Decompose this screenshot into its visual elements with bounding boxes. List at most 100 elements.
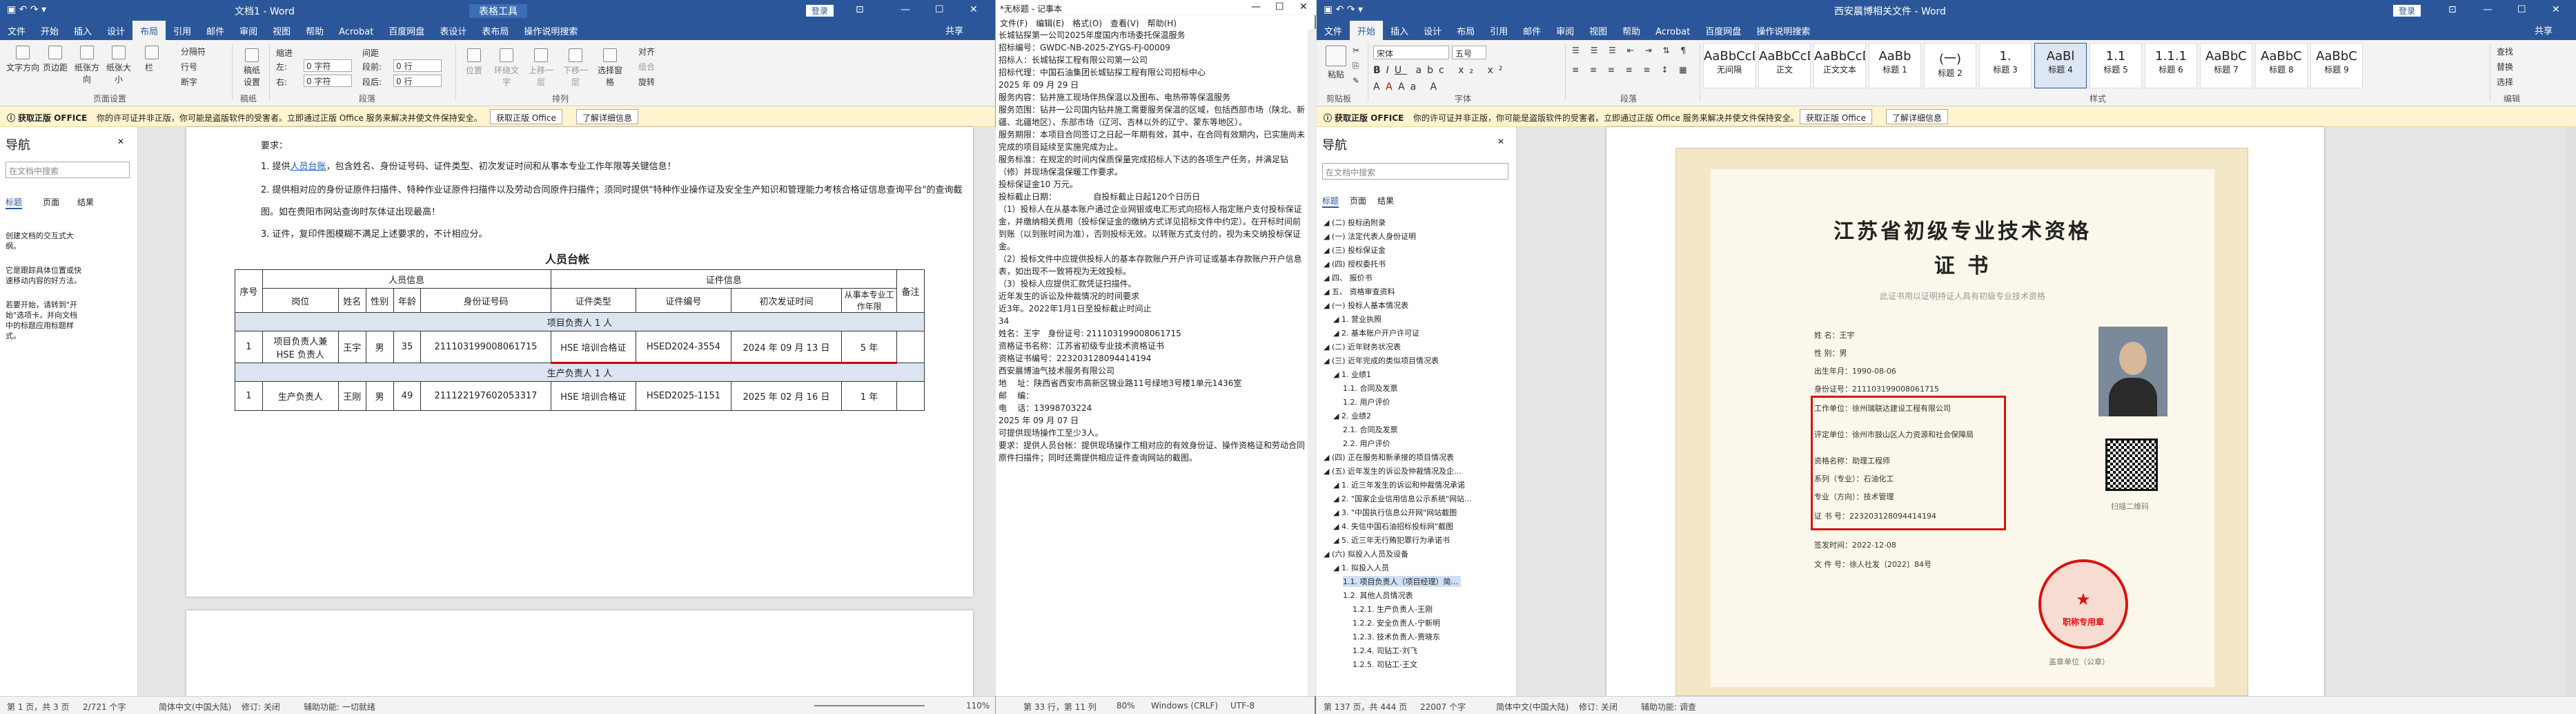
tab-4[interactable]: 布局	[1449, 21, 1482, 37]
maximize-icon[interactable]: ☐	[2517, 4, 2526, 15]
td[interactable]: 35	[393, 331, 422, 363]
td[interactable]: 2024 年 09 月 13 日	[730, 331, 843, 364]
tab-8[interactable]: 视图	[265, 21, 298, 37]
nav-item[interactable]: 1.2.4. 司钻工-刘飞	[1353, 645, 1417, 656]
status-zoom[interactable]: 110%	[966, 701, 990, 711]
td[interactable]	[896, 331, 925, 363]
tab-0[interactable]: 文件	[0, 21, 33, 37]
zoom-slider[interactable]	[814, 705, 925, 706]
hyphenation-button[interactable]: 断字	[181, 76, 197, 88]
close-icon[interactable]: ✕	[970, 4, 978, 15]
tab-11[interactable]: 百度网盘	[1698, 21, 1749, 37]
line-numbers-button[interactable]: 行号	[181, 61, 197, 73]
nav-item[interactable]: ◢ (一) 投标人基本情况表	[1324, 300, 1408, 311]
style-5[interactable]: 1. 标题 3	[1979, 43, 2032, 88]
size-button[interactable]: 纸张大小	[104, 46, 134, 85]
tab-4[interactable]: 布局	[132, 21, 166, 40]
nav-item[interactable]: ◢ 3. "中国执行信息公开网"网站截图	[1333, 507, 1457, 518]
backward-button[interactable]: 下移一层	[560, 48, 591, 88]
minimize-icon[interactable]: —	[2483, 4, 2493, 15]
tab-5[interactable]: 引用	[1482, 21, 1515, 37]
list-buttons[interactable]: ☰ ☰ ☰ ⇤ ⇥ ⇅ ¶	[1572, 46, 1690, 55]
tab-7[interactable]: 审阅	[232, 21, 265, 37]
find-button[interactable]: 查找	[2497, 46, 2513, 57]
nav-item[interactable]: ◢ 1. 业绩1	[1333, 369, 1371, 380]
tab-8[interactable]: 视图	[1582, 21, 1615, 37]
td[interactable]: HSE 培训合格证	[550, 381, 637, 411]
tab-9[interactable]: 帮助	[1615, 21, 1648, 37]
status-track[interactable]: 修订: 关闭	[1579, 701, 1618, 713]
status-page[interactable]: 第 137 页，共 444 页	[1324, 701, 1407, 713]
copy-icon[interactable]: ⎘	[1353, 61, 1359, 71]
close-icon[interactable]: ✕	[117, 137, 124, 146]
status-lang[interactable]: 简体中文(中国大陆)	[1496, 701, 1569, 713]
get-office-button[interactable]: 获取正版 Office	[1800, 109, 1872, 124]
text-direction-button[interactable]: 文字方向	[6, 46, 40, 73]
nav-item[interactable]: ◢ 1. 拟投入人员	[1333, 562, 1389, 573]
size-select[interactable]: 五号	[1452, 46, 1486, 59]
save-icon[interactable]: ▣ ↶ ↷ ▾	[7, 4, 46, 15]
after-input[interactable]: 0 行	[393, 75, 442, 87]
nav-item[interactable]: 1.2.5. 司钻工-王文	[1353, 659, 1417, 670]
font-select[interactable]: 宋体	[1373, 46, 1449, 59]
style-7[interactable]: 1.1 标题 5	[2090, 43, 2142, 88]
ribbon-display-icon[interactable]: ⊡	[856, 4, 864, 15]
style-3[interactable]: AaBb 标题 1	[1869, 43, 1921, 88]
td[interactable]: 1 年	[841, 381, 898, 411]
indent-right-input[interactable]: 0 字符	[304, 75, 352, 87]
nav-tab-results[interactable]: 结果	[77, 196, 94, 208]
close-icon[interactable]: ✕	[2552, 4, 2560, 15]
margins-button[interactable]: 页边距	[41, 46, 69, 73]
nav-tab-headings[interactable]: 标题	[6, 196, 23, 209]
td[interactable]: 男	[365, 331, 394, 363]
nav-item[interactable]: 1.2. 用户评价	[1343, 396, 1390, 407]
status-words[interactable]: 22007 个字	[1420, 701, 1466, 713]
nav-item[interactable]: ◢ (三) 近年完成的类似项目情况表	[1324, 355, 1439, 366]
share-button[interactable]: 共享	[945, 23, 963, 37]
scrollbar[interactable]	[1308, 29, 1316, 696]
style-10[interactable]: AaBbC 标题 8	[2255, 43, 2308, 88]
tab-11[interactable]: 百度网盘	[381, 21, 432, 37]
selection-pane-button[interactable]: 选择窗格	[595, 48, 625, 88]
position-button[interactable]: 位置	[462, 48, 486, 76]
indent-left-input[interactable]: 0 字符	[304, 59, 352, 72]
rotate-button[interactable]: 旋转	[638, 76, 655, 88]
notepad-text[interactable]: 长城钻探第一公司2025年度国内市场委托保温服务 招标编号：GWDC-NB-202…	[996, 29, 1308, 696]
paste-button[interactable]: 粘贴	[1322, 46, 1350, 80]
ribbon-display-icon[interactable]: ⊡	[2448, 4, 2457, 15]
style-11[interactable]: AaBbC 标题 9	[2310, 43, 2363, 88]
td[interactable]: 49	[393, 381, 422, 411]
style-2[interactable]: AaBbCcDd正文文本	[1813, 43, 1866, 88]
before-input[interactable]: 0 行	[393, 59, 442, 72]
nav-item[interactable]: ◢ (一) 法定代表人身份证明	[1324, 231, 1416, 242]
nav-tab-results[interactable]: 结果	[1377, 195, 1394, 206]
login-button[interactable]: 登录	[806, 5, 834, 17]
nav-item[interactable]: ◢ 1. 近三年发生的诉讼和仲裁情况承诺	[1333, 479, 1465, 490]
nav-item[interactable]: ◢ 2. 业绩2	[1333, 410, 1371, 421]
tab-14[interactable]: 操作说明搜索	[516, 21, 585, 37]
nav-item[interactable]: ◢ 1. 营业执照	[1333, 313, 1382, 325]
nav-item[interactable]: ◢ (二) 近年财务状况表	[1324, 341, 1401, 352]
nav-item[interactable]: ◢ 五、 资格审查资料	[1324, 286, 1395, 297]
nav-item[interactable]: 2.2. 用户评价	[1343, 438, 1390, 449]
align-button[interactable]: 对齐	[638, 46, 655, 57]
tab-6[interactable]: 邮件	[1515, 21, 1548, 37]
tab-3[interactable]: 设计	[99, 21, 132, 37]
breaks-button[interactable]: 分隔符	[181, 46, 206, 57]
style-6[interactable]: AaBl 标题 4	[2034, 43, 2087, 88]
td[interactable]: 1	[235, 331, 263, 363]
tab-5[interactable]: 引用	[166, 21, 199, 37]
status-access[interactable]: 辅助功能: 调查	[1641, 701, 1696, 713]
columns-button[interactable]: 栏	[145, 46, 159, 73]
cut-icon[interactable]: ✂	[1353, 46, 1359, 55]
nav-item[interactable]: 1.2. 其他人员情况表	[1343, 590, 1413, 601]
nav-item[interactable]: ◢ (二) 投标函附录	[1324, 217, 1386, 228]
tab-6[interactable]: 邮件	[199, 21, 232, 37]
td[interactable]: 王宇	[337, 331, 366, 363]
minimize-icon[interactable]: —	[1251, 1, 1261, 12]
wrap-button[interactable]: 环绕文字	[491, 48, 522, 88]
td[interactable]: 5 年	[841, 331, 898, 364]
status-page[interactable]: 第 1 页，共 3 页	[7, 701, 70, 713]
style-0[interactable]: AaBbCcDd无间隔	[1703, 43, 1756, 88]
tab-13[interactable]: 表布局	[474, 21, 516, 37]
